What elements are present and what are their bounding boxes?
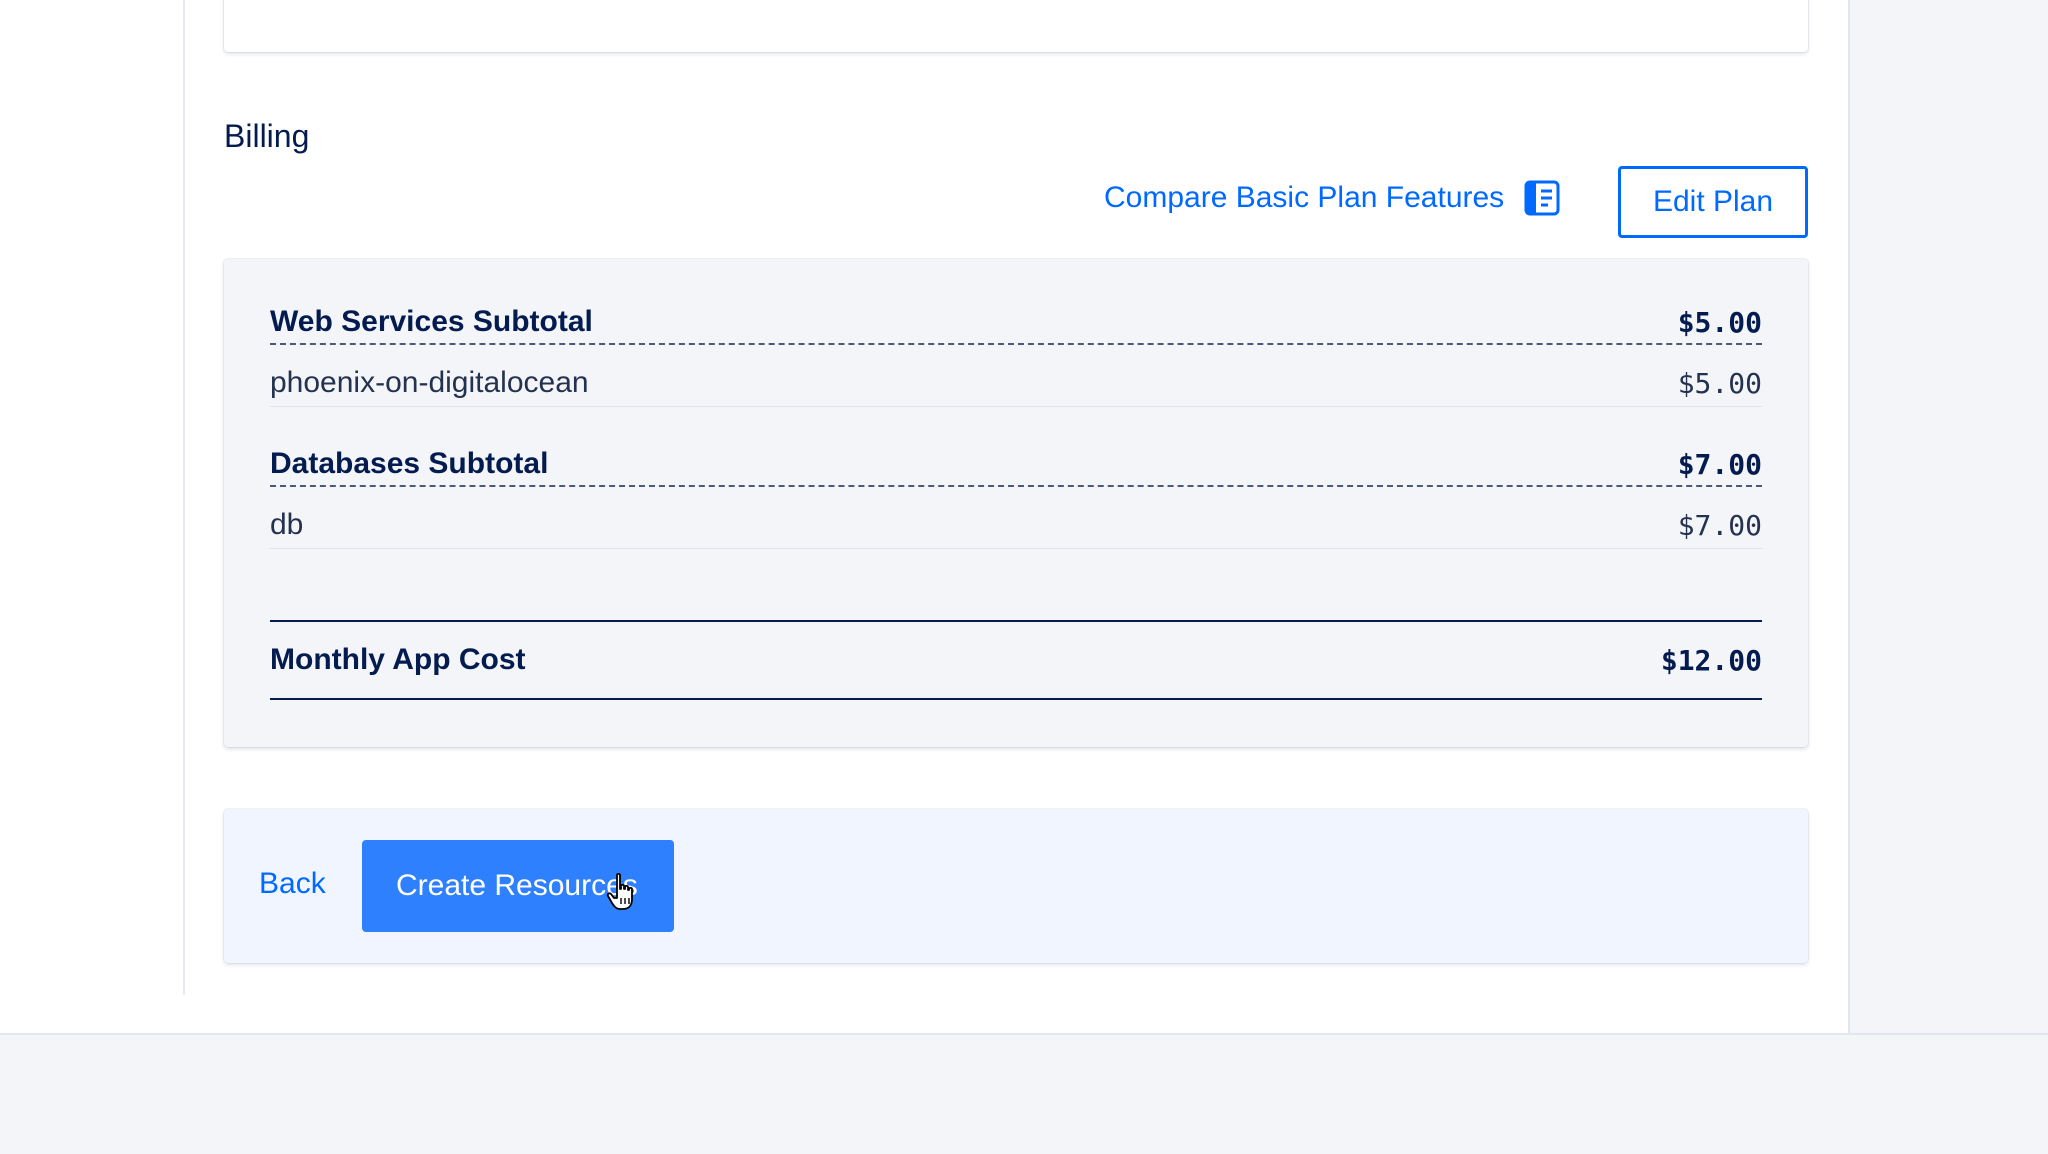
databases-subtotal-row: Databases Subtotal $7.00	[270, 431, 1762, 487]
line-item-name: db	[270, 508, 304, 541]
subtotal-amount: $7.00	[1677, 448, 1762, 481]
line-item-amount: $5.00	[1677, 367, 1762, 400]
billing-heading: Billing	[224, 118, 310, 154]
compare-link-label: Compare Basic Plan Features	[1104, 181, 1505, 214]
footer-area	[0, 1033, 2048, 1154]
subtotal-label: Databases Subtotal	[270, 447, 549, 480]
line-item-name: phoenix-on-digitalocean	[270, 366, 589, 399]
back-link[interactable]: Back	[259, 867, 326, 901]
edit-plan-button[interactable]: Edit Plan	[1618, 166, 1808, 238]
line-item-row: db $7.00	[270, 489, 1762, 549]
line-item-amount: $7.00	[1677, 509, 1762, 542]
previous-section-card	[224, 0, 1808, 52]
subtotal-amount: $5.00	[1677, 306, 1762, 339]
total-label: Monthly App Cost	[270, 643, 526, 676]
create-resources-button[interactable]: Create Resources	[362, 840, 674, 932]
content-divider	[183, 0, 185, 995]
web-services-subtotal-row: Web Services Subtotal $5.00	[270, 289, 1762, 345]
subtotal-label: Web Services Subtotal	[270, 305, 593, 338]
billing-summary-card: Web Services Subtotal $5.00 phoenix-on-d…	[224, 259, 1808, 747]
line-item-row: phoenix-on-digitalocean $5.00	[270, 347, 1762, 407]
right-gutter	[1848, 0, 2048, 1033]
action-bar: Back Create Resources	[224, 809, 1808, 963]
monthly-total-row: Monthly App Cost $12.00	[270, 620, 1762, 700]
document-list-icon	[1524, 180, 1560, 216]
total-amount: $12.00	[1660, 643, 1762, 677]
compare-plan-features-link[interactable]: Compare Basic Plan Features	[1104, 180, 1560, 216]
